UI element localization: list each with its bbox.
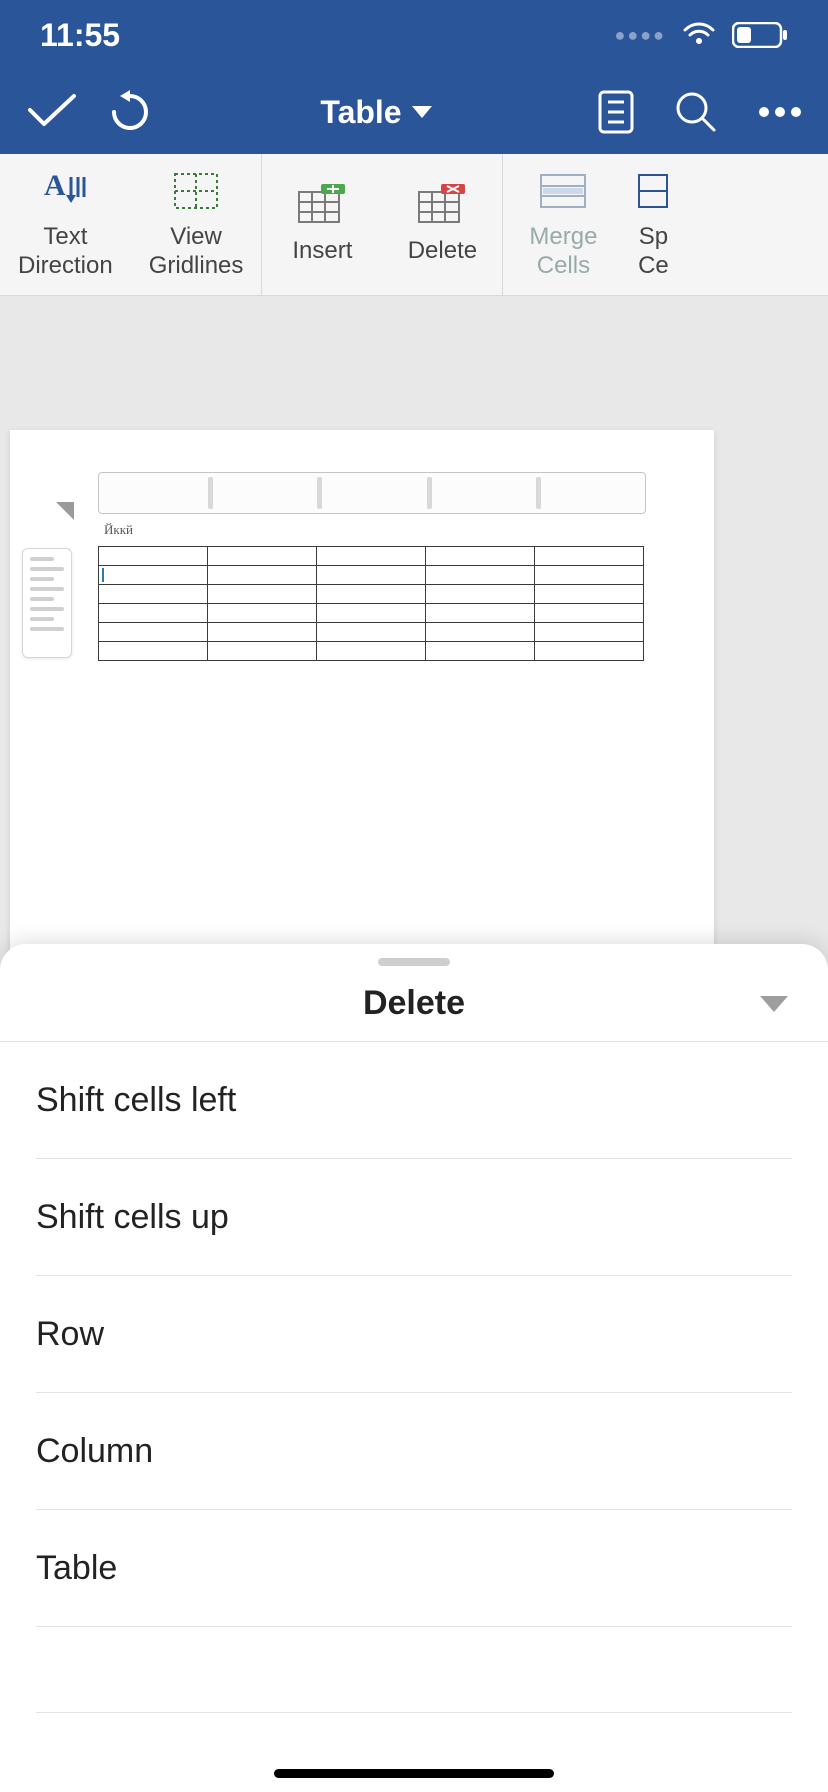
- text-direction-button[interactable]: A Text Direction: [0, 154, 131, 295]
- app-header: Table: [0, 70, 828, 154]
- insert-table-icon: [297, 183, 347, 227]
- status-time: 11:55: [40, 17, 120, 54]
- battery-icon: [732, 22, 788, 48]
- sheet-header[interactable]: Delete: [0, 966, 828, 1042]
- option-table[interactable]: Table: [36, 1510, 792, 1627]
- delete-button[interactable]: Delete: [382, 154, 502, 295]
- sheet-title: Delete: [363, 984, 465, 1023]
- sheet-grabber[interactable]: [378, 958, 450, 966]
- reading-view-icon[interactable]: [598, 90, 634, 134]
- ribbon: A Text Direction View Gridlines: [0, 154, 828, 296]
- undo-icon[interactable]: [106, 88, 154, 136]
- view-gridlines-label: View Gridlines: [149, 223, 244, 281]
- chevron-down-icon: [760, 996, 788, 1012]
- ribbon-tab-label: Table: [320, 94, 401, 131]
- option-row[interactable]: Row: [36, 1276, 792, 1393]
- status-bar: 11:55 ●●●●: [0, 0, 828, 70]
- wifi-icon: [682, 22, 716, 48]
- view-gridlines-icon: [174, 169, 218, 213]
- option-column[interactable]: Column: [36, 1393, 792, 1510]
- chevron-down-icon: [412, 106, 432, 118]
- delete-table-icon: [417, 183, 467, 227]
- more-icon[interactable]: [758, 106, 802, 118]
- insert-button[interactable]: Insert: [262, 154, 382, 295]
- option-shift-cells-up[interactable]: Shift cells up: [36, 1159, 792, 1276]
- split-cells-icon: [638, 169, 668, 213]
- horizontal-ruler[interactable]: [98, 472, 646, 514]
- home-indicator[interactable]: [274, 1769, 554, 1778]
- merge-cells-icon: [540, 169, 586, 213]
- option-shift-cells-left[interactable]: Shift cells left: [36, 1042, 792, 1159]
- done-check-icon[interactable]: [26, 92, 78, 132]
- split-cells-button[interactable]: Sp Ce: [623, 154, 683, 295]
- merge-cells-button[interactable]: Merge Cells: [503, 154, 623, 295]
- active-cell[interactable]: [99, 566, 208, 585]
- document-table[interactable]: [98, 546, 644, 661]
- page-thumbnail[interactable]: [22, 548, 72, 658]
- ruler-indent-marker-icon[interactable]: [56, 502, 74, 520]
- network-dots-icon: ●●●●: [615, 25, 667, 46]
- sheet-spacer: [36, 1627, 792, 1713]
- merge-cells-label: Merge Cells: [529, 223, 597, 281]
- status-right: ●●●●: [615, 22, 789, 48]
- delete-label: Delete: [408, 237, 477, 266]
- document-text[interactable]: Йккй: [104, 522, 133, 538]
- search-icon[interactable]: [674, 90, 718, 134]
- sheet-options: Shift cells left Shift cells up Row Colu…: [0, 1042, 828, 1713]
- text-direction-label: Text Direction: [18, 223, 113, 281]
- split-cells-label: Sp Ce: [638, 223, 669, 281]
- svg-text:A: A: [44, 171, 66, 202]
- delete-sheet: Delete Shift cells left Shift cells up R…: [0, 944, 828, 1792]
- ribbon-tab-selector[interactable]: Table: [320, 94, 431, 131]
- insert-label: Insert: [292, 237, 352, 266]
- view-gridlines-button[interactable]: View Gridlines: [131, 154, 262, 295]
- text-direction-icon: A: [44, 169, 86, 213]
